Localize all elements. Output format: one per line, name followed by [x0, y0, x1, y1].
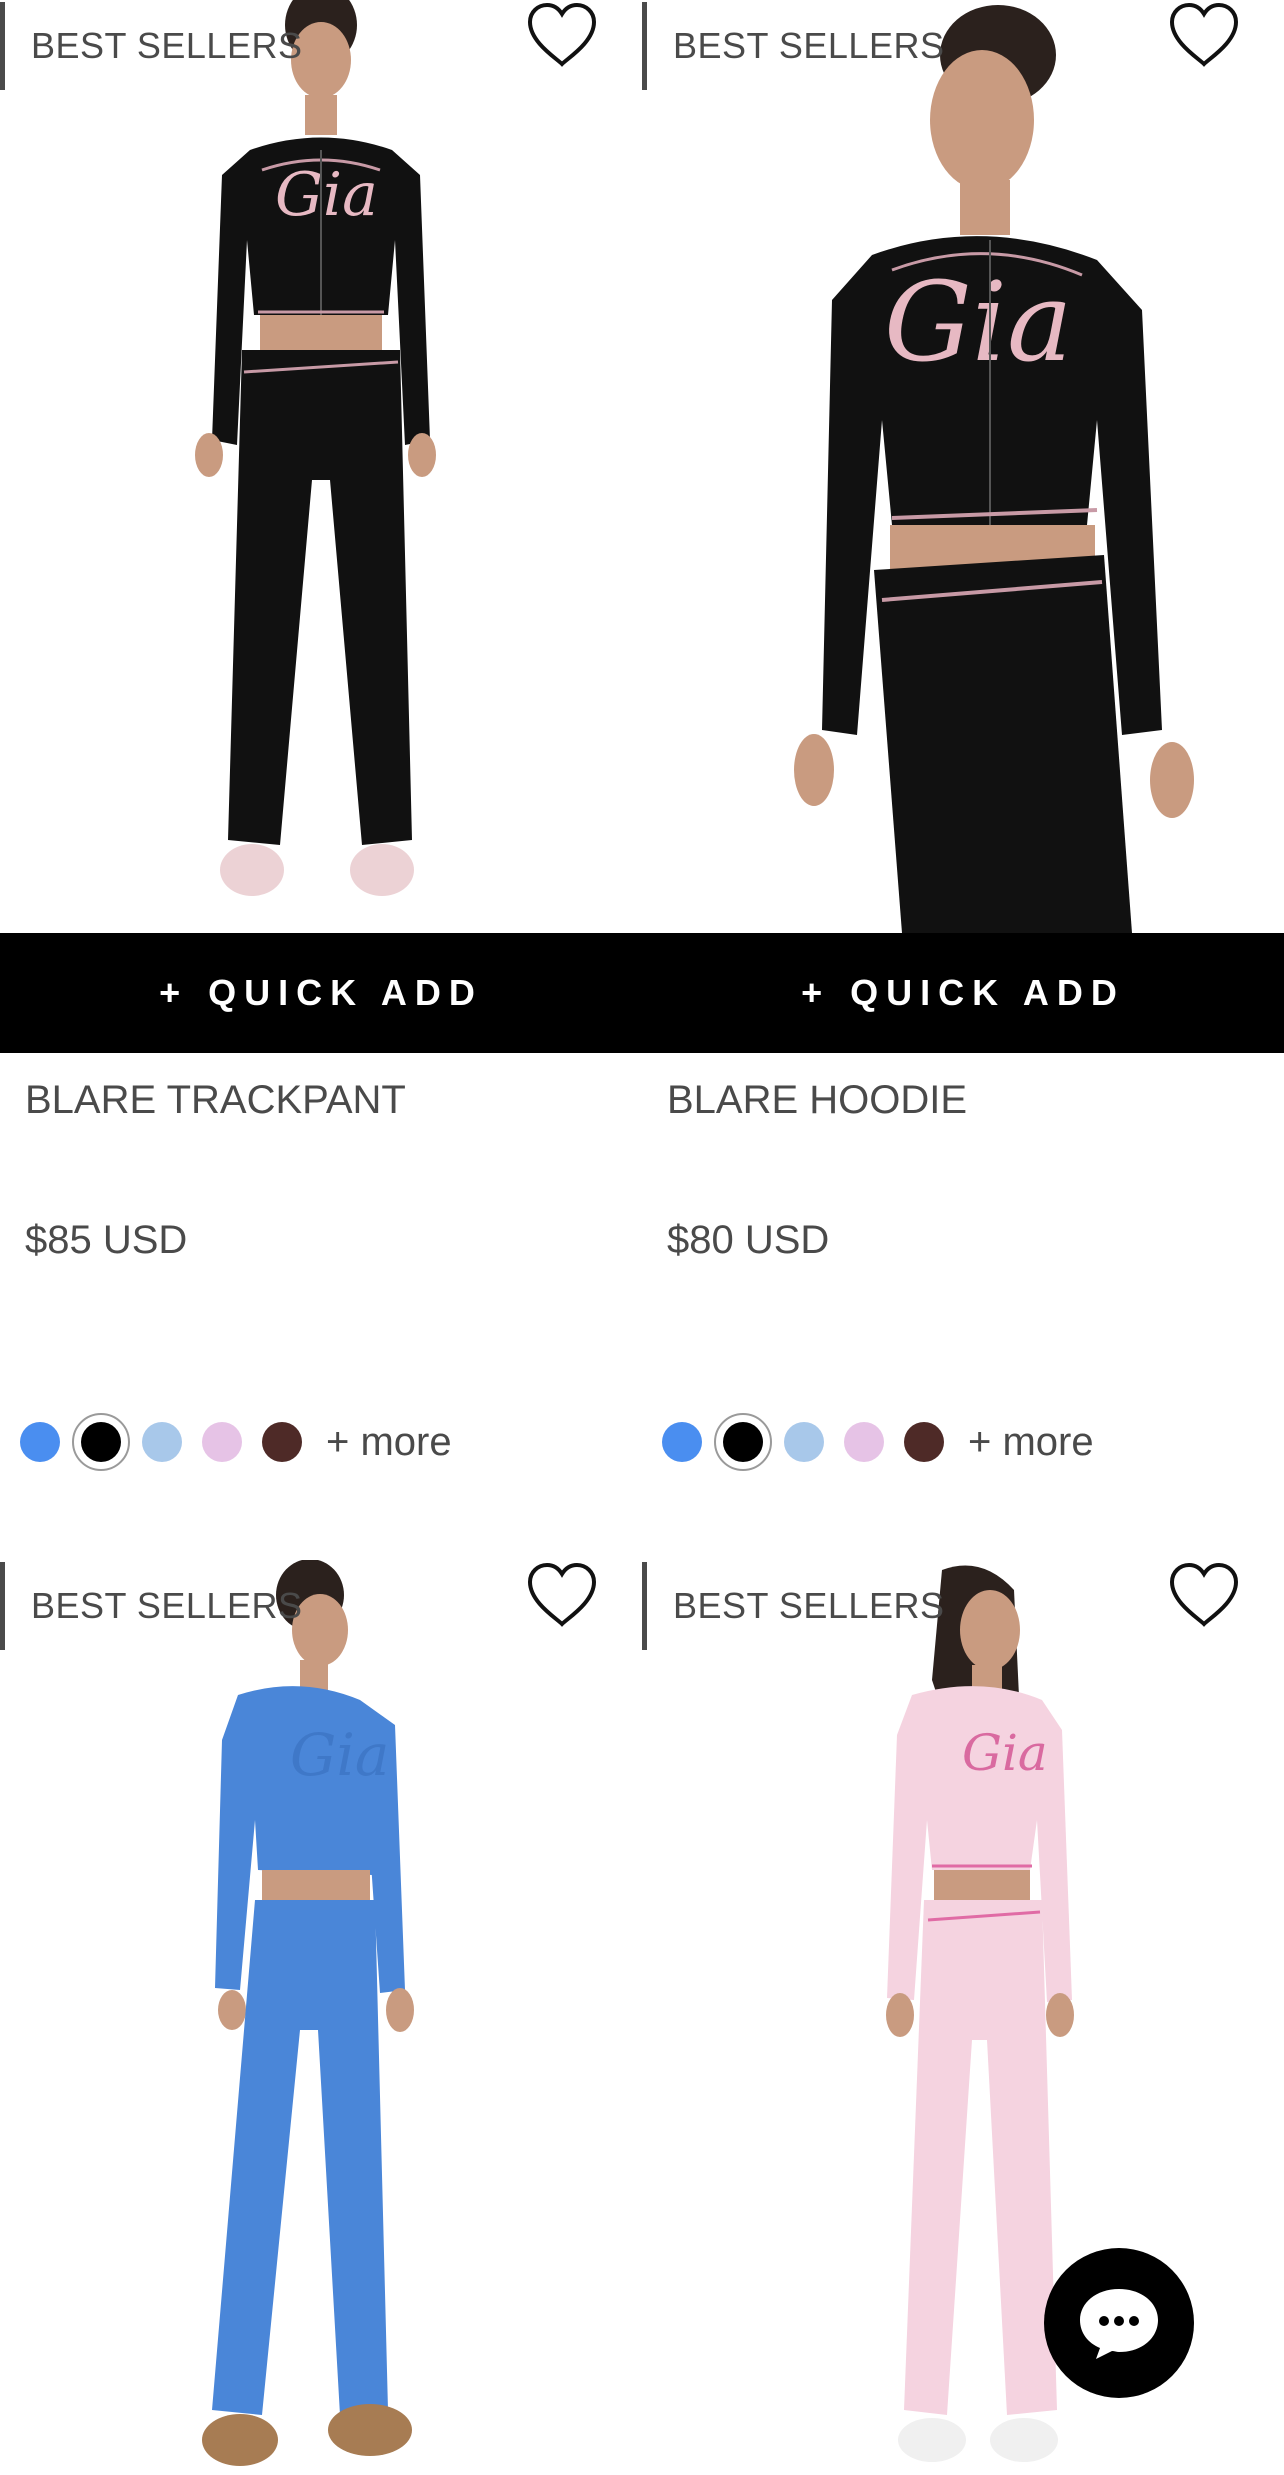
product-image[interactable]: Gia [0, 0, 642, 933]
product-card-blue-tracksuit: Gia BEST SELLERS [0, 1560, 642, 2475]
quick-add-label: QUICK ADD [850, 972, 1125, 1013]
best-sellers-badge: BEST SELLERS [642, 2, 944, 90]
quick-add-button[interactable]: + QUICK ADD [642, 933, 1284, 1053]
swatch-light-blue[interactable] [142, 1422, 182, 1462]
svg-text:Gia: Gia [275, 160, 378, 230]
swatch-blue[interactable] [662, 1422, 702, 1462]
product-image[interactable]: Gia [0, 1560, 642, 2475]
quick-add-button[interactable]: + QUICK ADD [0, 933, 642, 1053]
heart-icon[interactable] [526, 1562, 598, 1628]
product-card-blare-trackpant: Gia BEST SELLERS + QUICK ADD BLARE TRACK… [0, 0, 642, 1560]
product-price: $80 USD [667, 1218, 830, 1262]
heart-icon[interactable] [1168, 2, 1240, 68]
swatch-brown[interactable] [904, 1422, 944, 1462]
heart-icon[interactable] [1168, 1562, 1240, 1628]
color-swatches: + more [662, 1412, 1094, 1472]
swatch-black-selected[interactable] [72, 1413, 130, 1471]
chat-bubble-icon [1080, 2289, 1158, 2359]
swatch-pink[interactable] [202, 1422, 242, 1462]
swatch-blue[interactable] [20, 1422, 60, 1462]
more-colors-link[interactable]: + more [326, 1420, 452, 1465]
model-black-hoodie-illustration: Gia [794, 5, 1194, 933]
model-blue-tracksuit-illustration: Gia [202, 1560, 414, 2466]
plus-icon: + [801, 972, 831, 1013]
product-title[interactable]: BLARE HOODIE [667, 1078, 967, 1123]
best-sellers-badge: BEST SELLERS [0, 2, 302, 90]
more-colors-link[interactable]: + more [968, 1420, 1094, 1465]
svg-text:Gia: Gia [884, 258, 1073, 386]
product-title[interactable]: BLARE TRACKPANT [25, 1078, 406, 1123]
chat-button[interactable] [1044, 2248, 1194, 2398]
best-sellers-badge: BEST SELLERS [0, 1562, 302, 1650]
swatch-light-blue[interactable] [784, 1422, 824, 1462]
product-price: $85 USD [25, 1218, 188, 1262]
product-grid: Gia BEST SELLERS + QUICK ADD BLARE TRACK… [0, 0, 1284, 2475]
swatch-pink[interactable] [844, 1422, 884, 1462]
product-image[interactable]: Gia [642, 0, 1284, 933]
swatch-black-selected[interactable] [714, 1413, 772, 1471]
svg-text:Gia: Gia [962, 1724, 1048, 1782]
quick-add-label: QUICK ADD [208, 972, 483, 1013]
svg-text:Gia: Gia [290, 1721, 389, 1789]
model-black-tracksuit-illustration: Gia [195, 0, 436, 896]
plus-icon: + [159, 972, 189, 1013]
swatch-brown[interactable] [262, 1422, 302, 1462]
color-swatches: + more [20, 1412, 452, 1472]
heart-icon[interactable] [526, 2, 598, 68]
best-sellers-badge: BEST SELLERS [642, 1562, 944, 1650]
product-card-blare-hoodie: Gia BEST SELLERS + QUICK ADD BLARE HOODI… [642, 0, 1284, 1560]
